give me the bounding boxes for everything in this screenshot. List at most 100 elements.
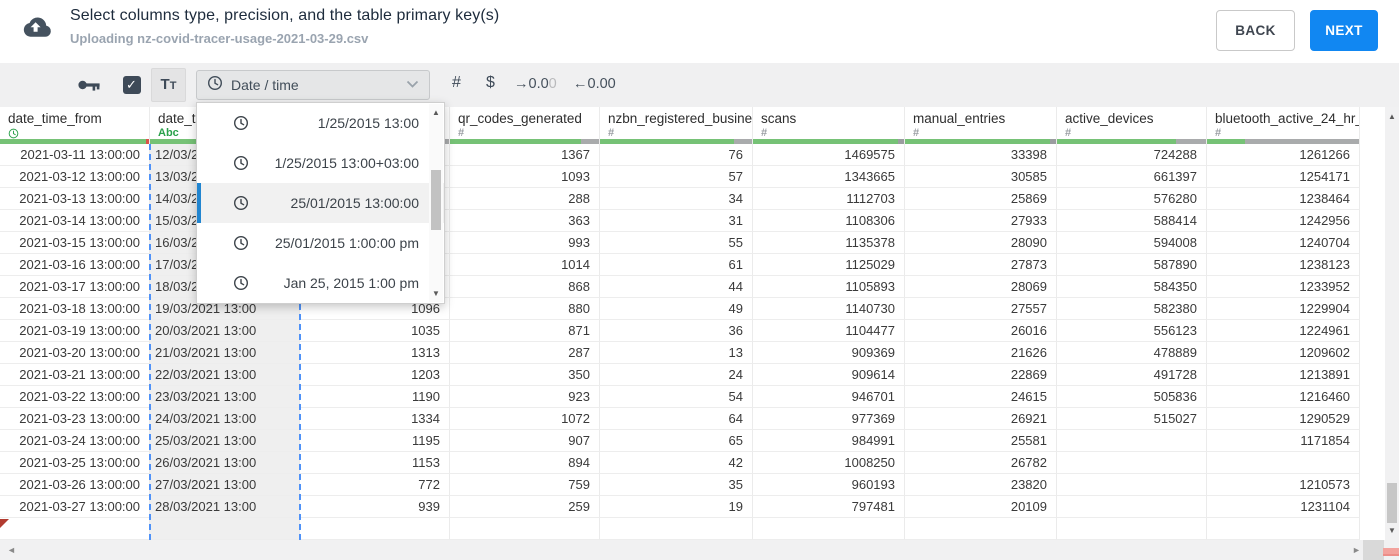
table-cell: 939 [300,496,450,518]
column-quality-bar [600,139,752,144]
vertical-scrollbar[interactable] [1385,107,1399,540]
column-header-nzbn_registered_busine[interactable]: nzbn_registered_busine # [600,107,753,144]
horizontal-scrollbar[interactable] [0,540,1399,560]
table-cell: 587890 [1057,254,1207,276]
decrease-precision-button[interactable]: ←0.00 [573,76,616,92]
table-row: 2021-03-22 13:00:00 23/03/2021 13:00 1190 9… [0,386,1385,408]
back-button[interactable]: BACK [1216,10,1295,51]
table-cell: 64 [600,408,753,430]
horizontal-scroll-thumb[interactable] [1383,548,1399,556]
table-cell: 27873 [905,254,1057,276]
column-name: qr_codes_generated [458,111,582,126]
scroll-down-icon[interactable] [1385,526,1399,535]
increase-precision-button[interactable]: →0.00 [514,76,557,92]
vertical-scroll-thumb[interactable] [1387,483,1397,523]
table-cell [905,518,1057,540]
column-quality-bar [1057,139,1206,144]
menu-item-datetime-format[interactable]: Jan 25, 2015 1:00 pm [197,263,444,303]
row-error-marker [0,519,9,528]
scroll-left-icon[interactable] [7,545,16,555]
table-cell: 1112703 [753,188,905,210]
table-cell: 556123 [1057,320,1207,342]
scroll-right-icon[interactable] [1352,545,1361,555]
table-cell: 588414 [1057,210,1207,232]
table-cell: 582380 [1057,298,1207,320]
menu-scrollbar[interactable] [429,104,443,302]
number-type-button[interactable]: # [452,74,461,92]
table-cell: 797481 [753,496,905,518]
table-cell: 1233952 [1207,276,1360,298]
table-row: 2021-03-19 13:00:00 20/03/2021 13:00 1035 8… [0,320,1385,342]
table-cell: 34 [600,188,753,210]
column-name: scans [761,111,797,126]
menu-scroll-thumb[interactable] [431,170,441,230]
column-header-bluetooth_active_24_hr_[interactable]: bluetooth_active_24_hr_ # [1207,107,1360,144]
column-type-select[interactable]: Date / time [196,70,430,100]
scroll-up-icon[interactable] [1385,112,1399,121]
table-cell: 1104477 [753,320,905,342]
clock-icon [8,128,19,139]
table-cell: 491728 [1057,364,1207,386]
menu-scroll-down-icon[interactable] [429,289,443,298]
column-header-qr_codes_generated[interactable]: qr_codes_generated # [450,107,600,144]
next-button[interactable]: NEXT [1310,10,1378,51]
clock-icon [233,275,249,291]
table-cell: 21/03/2021 13:00 [150,342,300,364]
table-cell: 2021-03-22 13:00:00 [0,386,150,408]
table-cell: 2021-03-17 13:00:00 [0,276,150,298]
menu-scroll-up-icon[interactable] [429,108,443,117]
table-row: 2021-03-26 13:00:00 27/03/2021 13:00 772 75… [0,474,1385,496]
menu-item-datetime-format[interactable]: 1/25/2015 13:00+03:00 [197,143,444,183]
menu-item-datetime-format[interactable]: 25/01/2015 1:00:00 pm [197,223,444,263]
table-cell: 946701 [753,386,905,408]
column-type-indicator: # [761,127,768,139]
table-cell: 21626 [905,342,1057,364]
table-cell: 65 [600,430,753,452]
table-cell: 594008 [1057,232,1207,254]
table-cell [1057,474,1207,496]
table-cell: 1108306 [753,210,905,232]
table-cell: 724288 [1057,144,1207,166]
table-cell: 1190 [300,386,450,408]
column-type-indicator: # [1065,127,1072,139]
table-cell: 984991 [753,430,905,452]
table-cell: 880 [450,298,600,320]
table-cell: 1242956 [1207,210,1360,232]
column-header-active_devices[interactable]: active_devices # [1057,107,1207,144]
column-type-indicator: # [1215,127,1222,139]
table-cell: 23820 [905,474,1057,496]
primary-key-icon[interactable] [78,79,100,97]
page-title: Select columns type, precision, and the … [70,7,500,24]
menu-item-datetime-format[interactable]: 25/01/2015 13:00:00 [197,183,444,223]
table-cell: 1343665 [753,166,905,188]
table-cell: 2021-03-15 13:00:00 [0,232,150,254]
text-type-button[interactable]: TT [151,68,186,102]
menu-item-label: 1/25/2015 13:00+03:00 [274,155,419,171]
menu-item-datetime-format[interactable]: 1/25/2015 13:00 [197,103,444,143]
table-cell: 76 [600,144,753,166]
table-cell: 2021-03-18 13:00:00 [0,298,150,320]
table-row: 2021-03-23 13:00:00 24/03/2021 13:00 1334 1… [0,408,1385,430]
table-cell [0,518,150,540]
column-header-scans[interactable]: scans # [753,107,905,144]
table-cell: 923 [450,386,600,408]
table-cell: 27933 [905,210,1057,232]
menu-item-label: 1/25/2015 13:00 [317,115,419,131]
table-cell: 2021-03-14 13:00:00 [0,210,150,232]
table-cell: 259 [450,496,600,518]
include-column-checkbox[interactable] [123,76,141,94]
column-header-manual_entries[interactable]: manual_entries # [905,107,1057,144]
table-cell: 31 [600,210,753,232]
table-cell: 24/03/2021 13:00 [150,408,300,430]
table-cell: 26782 [905,452,1057,474]
table-cell: 661397 [1057,166,1207,188]
currency-type-button[interactable]: $ [486,74,495,92]
table-cell: 1238464 [1207,188,1360,210]
table-cell: 1240704 [1207,232,1360,254]
scrollbar-corner [1363,540,1384,560]
table-cell: 25869 [905,188,1057,210]
table-cell: 1140730 [753,298,905,320]
table-cell: 33398 [905,144,1057,166]
table-cell: 909369 [753,342,905,364]
column-header-date_time_from[interactable]: date_time_from [0,107,150,144]
